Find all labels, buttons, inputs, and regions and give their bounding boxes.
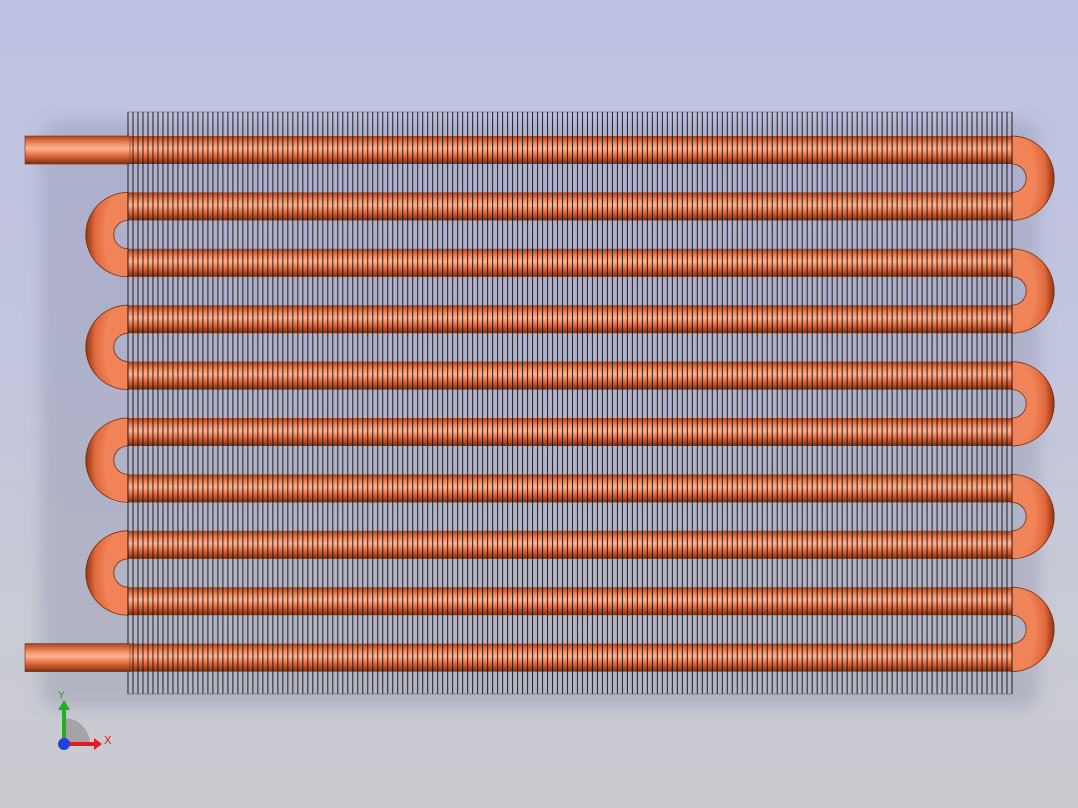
tube-pass — [128, 136, 1012, 164]
tube-pass — [128, 361, 1012, 390]
tube-pass — [128, 248, 1012, 277]
axis-triad: X Y — [57, 689, 112, 750]
x-arrowhead-icon — [94, 738, 102, 750]
model-viewport[interactable] — [0, 0, 1078, 808]
tube-pass — [128, 474, 1012, 503]
y-axis-label: Y — [57, 689, 65, 702]
x-axis-label: X — [104, 734, 112, 747]
tube-pass — [128, 587, 1012, 616]
z-axis-dot — [58, 738, 70, 750]
tube-pass — [128, 418, 1012, 446]
inlet-pipe — [24, 135, 131, 165]
outlet-pipe — [24, 643, 131, 672]
tube-pass — [128, 192, 1012, 221]
tube-pass — [128, 530, 1012, 559]
tube-pass — [128, 305, 1012, 334]
tube-pass — [128, 643, 1012, 672]
